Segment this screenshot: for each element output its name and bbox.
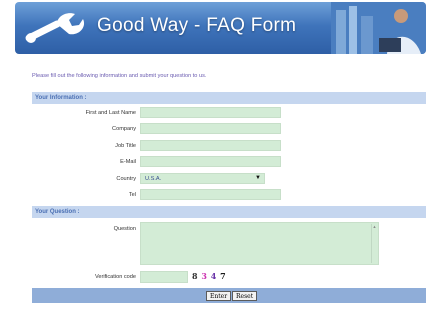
- textarea-scrollbar[interactable]: ▲: [371, 224, 377, 263]
- captcha-char: 4: [210, 271, 217, 281]
- header-photo: [331, 2, 426, 54]
- captcha-char: 3: [201, 271, 207, 281]
- faq-form: Your Information : First and Last Name C…: [32, 92, 426, 306]
- row-name: First and Last Name: [32, 106, 426, 120]
- row-email: E-Mail: [32, 155, 426, 169]
- country-value: U.S.A.: [145, 176, 162, 182]
- verification-label: Verification code: [94, 274, 136, 280]
- row-tel: Tel: [32, 188, 426, 202]
- question-label: Question: [113, 226, 136, 232]
- form-footer: Enter Reset: [32, 288, 426, 303]
- dropdown-arrow-icon[interactable]: ▼: [255, 175, 261, 181]
- captcha-char: 8: [192, 271, 198, 281]
- row-company: Company: [32, 122, 426, 136]
- row-question: Question ▲: [32, 220, 426, 268]
- verification-input[interactable]: [140, 271, 188, 283]
- captcha-char: 7: [220, 271, 226, 281]
- header-banner: Good Way - FAQ Form: [15, 2, 426, 54]
- job-title-label: Job Title: [115, 143, 136, 149]
- page-title: Good Way - FAQ Form: [97, 15, 297, 36]
- name-label: First and Last Name: [85, 110, 136, 116]
- company-input[interactable]: [140, 123, 281, 134]
- job-title-input[interactable]: [140, 140, 281, 151]
- question-textarea[interactable]: ▲: [140, 222, 379, 265]
- tel-input[interactable]: [140, 189, 281, 200]
- captcha-image: 8 3 4 7: [192, 271, 227, 281]
- section-your-information: Your Information :: [32, 92, 426, 104]
- email-input[interactable]: [140, 156, 281, 167]
- section-your-question: Your Question :: [32, 206, 426, 218]
- intro-text: Please fill out the following informatio…: [32, 73, 207, 79]
- row-job-title: Job Title: [32, 139, 426, 153]
- company-label: Company: [112, 126, 136, 132]
- country-select[interactable]: U.S.A. ▼: [140, 173, 265, 184]
- tel-label: Tel: [128, 192, 136, 198]
- enter-button[interactable]: Enter: [206, 291, 232, 301]
- country-label: Country: [116, 176, 136, 182]
- email-label: E-Mail: [120, 159, 136, 165]
- reset-button[interactable]: Reset: [232, 291, 258, 301]
- wrench-icon: [25, 13, 85, 43]
- row-country: Country U.S.A. ▼: [32, 172, 426, 186]
- row-verification: Verification code 8 3 4 7: [32, 270, 426, 284]
- name-input[interactable]: [140, 107, 281, 118]
